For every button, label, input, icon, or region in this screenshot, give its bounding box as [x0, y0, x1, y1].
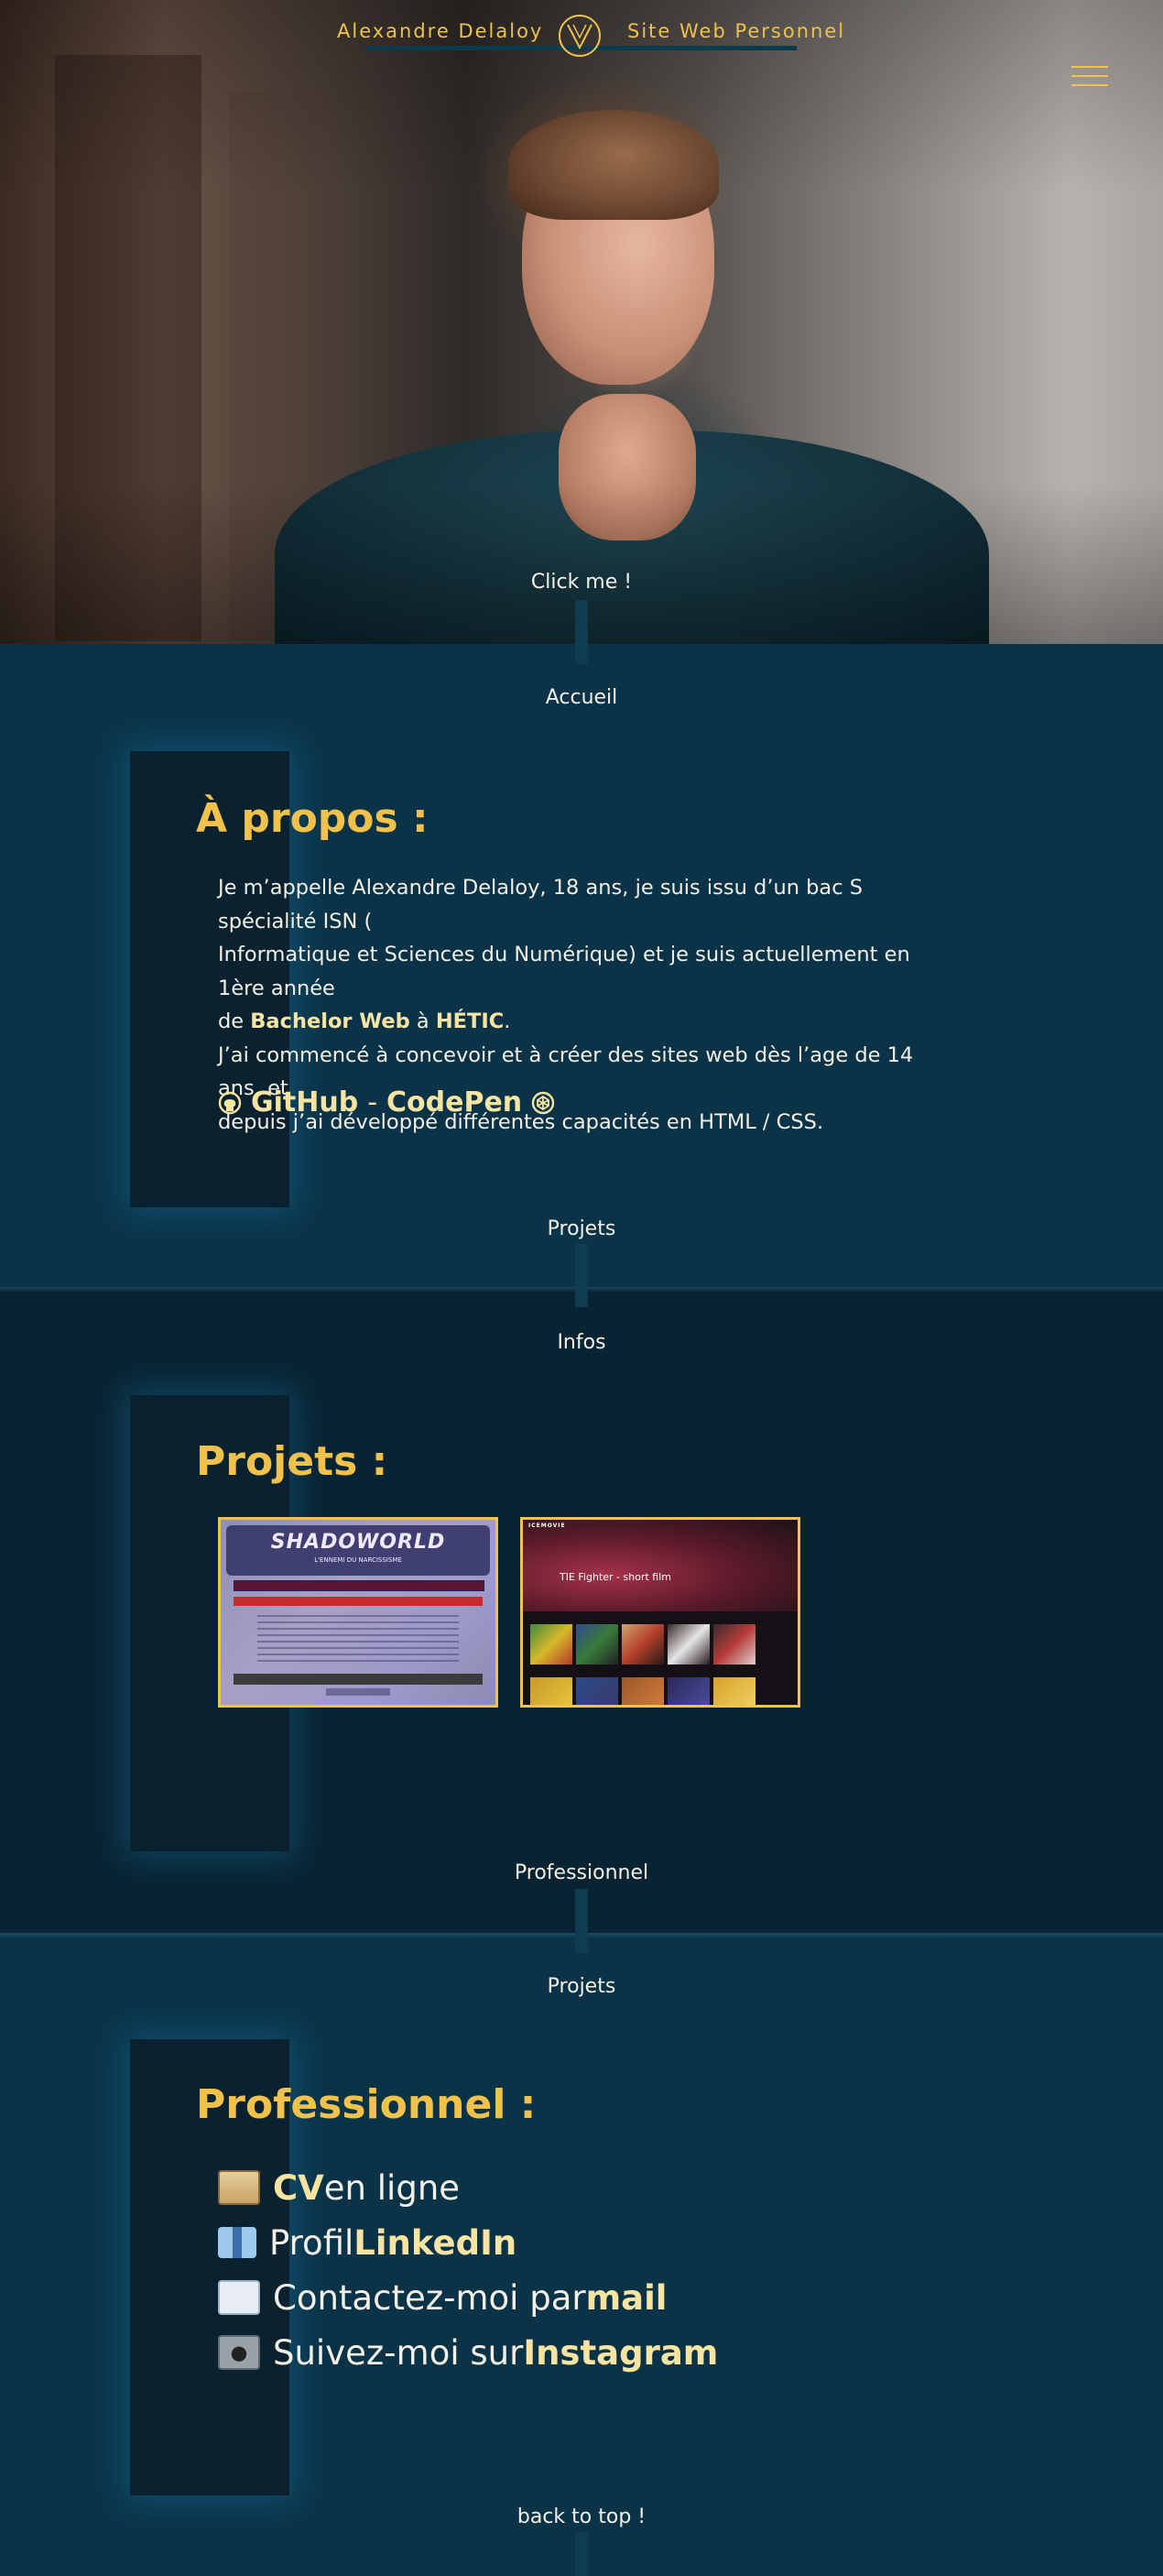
- nav-stem: [575, 1244, 588, 1287]
- nav-link-professionnel[interactable]: Professionnel: [0, 1861, 1163, 1884]
- linkedin-item: Profil LinkedIn: [218, 2215, 718, 2270]
- nav-stem: [575, 1287, 588, 1307]
- about-title: À propos :: [196, 795, 429, 842]
- instagram-link[interactable]: Instagram: [523, 2333, 718, 2373]
- linkedin-link[interactable]: LinkedIn: [353, 2223, 516, 2263]
- professional-title: Professionnel :: [196, 2081, 537, 2128]
- shadoworld-logo-subtitle: L'ENNEMI DU NARCISSISME: [314, 1556, 402, 1564]
- thumbnail-poster: [713, 1677, 755, 1705]
- thumbnail-footer-bar: [234, 1674, 483, 1685]
- professional-links: CV en ligne Profil LinkedIn Contactez-mo…: [218, 2160, 718, 2380]
- site-subtitle[interactable]: Site Web Personnel: [627, 20, 845, 42]
- icemovie-headline: TIE Fighter - short film: [560, 1571, 671, 1583]
- about-line: Informatique et Sciences du Numérique) e…: [218, 943, 910, 1000]
- thumbnail-poster: [576, 1624, 618, 1665]
- hetic-link[interactable]: HÉTIC: [436, 1010, 504, 1033]
- project-thumbnail-shadoworld[interactable]: SHADOWORLD L'ENNEMI DU NARCISSISME: [218, 1517, 498, 1708]
- thumbnail-poster: [622, 1624, 664, 1665]
- github-icon: [218, 1091, 242, 1114]
- cv-item: CV en ligne: [218, 2160, 718, 2215]
- codepen-icon: [531, 1091, 555, 1114]
- cv-link[interactable]: CV: [273, 2168, 324, 2208]
- codepen-link[interactable]: CodePen: [386, 1086, 522, 1119]
- camera-icon: [218, 2335, 260, 2370]
- nav-stem: [575, 1889, 588, 1933]
- nav-stem: [575, 644, 588, 664]
- thumbnail-footer-text: [326, 1688, 390, 1696]
- about-line: Je m’appelle Alexandre Delaloy, 18 ans, …: [218, 876, 864, 933]
- nav-stem: [575, 600, 588, 644]
- envelope-icon: [218, 2280, 260, 2315]
- hero-banner: [0, 0, 1163, 644]
- bachelor-web-link[interactable]: Bachelor Web: [250, 1010, 409, 1033]
- logo-icon[interactable]: [557, 13, 603, 59]
- thumbnail-poster: [530, 1624, 572, 1665]
- thumbnail-poster: [668, 1677, 710, 1705]
- shadoworld-logo-text: SHADOWORLD: [270, 1531, 446, 1554]
- thumbnail-poster: [713, 1624, 755, 1665]
- hamburger-menu-icon[interactable]: [1071, 66, 1108, 93]
- projects-title: Projets :: [196, 1438, 388, 1485]
- thumbnail-nav: [234, 1580, 484, 1591]
- click-me-link[interactable]: Click me !: [0, 571, 1163, 594]
- link-separator: -: [367, 1086, 378, 1119]
- thumbnail-poster: [668, 1624, 710, 1665]
- thumbnail-poster: [530, 1677, 572, 1705]
- nav-link-infos[interactable]: Infos: [0, 1331, 1163, 1354]
- icemovie-brand: ICEMOVIE: [528, 1523, 566, 1529]
- site-owner-name[interactable]: Alexandre Delaloy: [337, 20, 543, 42]
- thumbnail-hero: [523, 1520, 798, 1611]
- github-link[interactable]: GitHub: [251, 1086, 358, 1119]
- necktie-icon: [218, 2227, 256, 2258]
- nav-stem: [575, 1933, 588, 1953]
- thumbnail-text-block: [257, 1615, 459, 1665]
- hero-overlay: [0, 0, 1163, 644]
- thumbnail-poster: [622, 1677, 664, 1705]
- mail-link[interactable]: mail: [586, 2278, 668, 2318]
- mail-item: Contactez-moi par mail: [218, 2270, 718, 2325]
- nav-stem: [575, 2532, 588, 2576]
- nav-link-accueil[interactable]: Accueil: [0, 686, 1163, 709]
- back-to-top-link[interactable]: back to top !: [0, 2505, 1163, 2528]
- nav-link-projets[interactable]: Projets: [0, 1217, 1163, 1240]
- nav-link-projets-2[interactable]: Projets: [0, 1975, 1163, 1998]
- thumbnail-poster: [576, 1677, 618, 1705]
- about-line: de Bachelor Web à HÉTIC.: [218, 1010, 511, 1033]
- project-thumbnail-icemovie[interactable]: ICEMOVIE TIE Fighter - short film: [520, 1517, 800, 1708]
- thumbnail-banner: [234, 1597, 483, 1606]
- scroll-icon: [218, 2170, 260, 2205]
- instagram-item: Suivez-moi sur Instagram: [218, 2325, 718, 2380]
- social-links: GitHub - CodePen: [218, 1086, 555, 1119]
